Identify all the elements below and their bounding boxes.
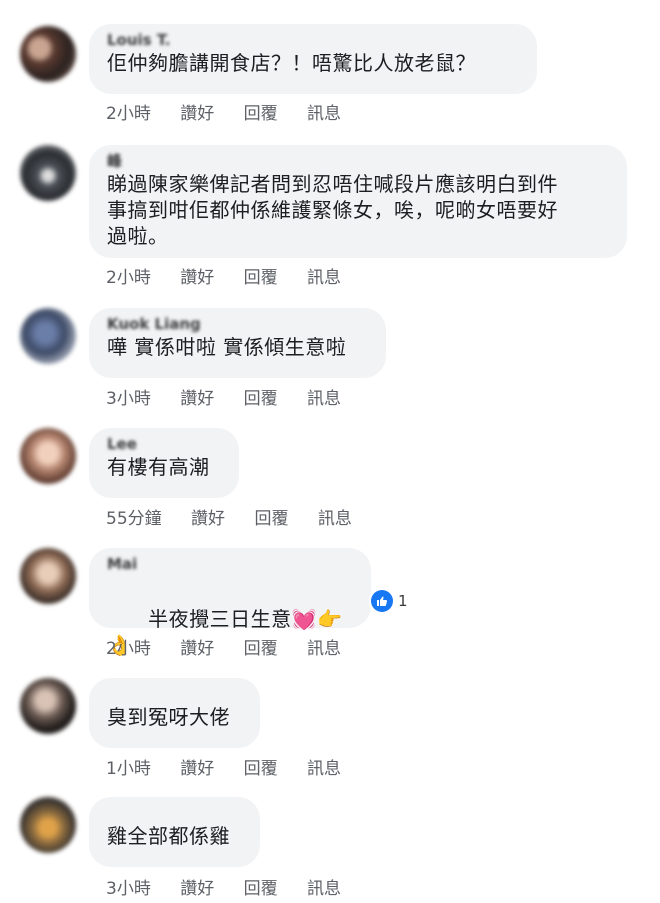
timestamp[interactable]: 55分鐘 bbox=[106, 504, 162, 529]
avatar[interactable] bbox=[20, 26, 76, 82]
comment-bubble: 峰 睇過陳家樂俾記者問到忍唔住喊段片應該明白到件 事搞到咁佢都仲係維護緊條女，唉… bbox=[89, 145, 627, 258]
commenter-name[interactable] bbox=[107, 805, 242, 821]
like-button[interactable]: 讚好 bbox=[191, 504, 225, 529]
avatar[interactable] bbox=[20, 428, 76, 484]
reply-button[interactable]: 回覆 bbox=[254, 504, 288, 529]
comment-text: 臭到冤呀大佬 bbox=[107, 705, 230, 729]
avatar[interactable] bbox=[20, 308, 76, 364]
comment-actions: 1小時 讚好 回覆 訊息 bbox=[106, 754, 365, 779]
comment-text: 睇過陳家樂俾記者問到忍唔住喊段片應該明白到件 事搞到咁佢都仲係維護緊條女，唉，呢… bbox=[107, 172, 558, 248]
comment-text-body: 半夜攪三日生意 bbox=[148, 607, 292, 631]
comment-actions: 3小時 讚好 回覆 訊息 bbox=[106, 874, 365, 899]
comment-text: 半夜攪三日生意💓👉👌 bbox=[107, 574, 353, 684]
timestamp[interactable]: 1小時 bbox=[106, 754, 151, 779]
comment-text: 佢仲夠膽講開食店？！唔驚比人放老鼠？ bbox=[107, 51, 476, 75]
comment-actions: 3小時 讚好 回覆 訊息 bbox=[106, 384, 365, 409]
reply-button[interactable]: 回覆 bbox=[244, 874, 278, 899]
comment-text: 雞全部都係雞 bbox=[107, 824, 230, 848]
message-button[interactable]: 訊息 bbox=[307, 99, 341, 124]
comment-bubble: 雞全部都係雞 bbox=[89, 797, 260, 867]
comment-bubble: Louis T. 佢仲夠膽講開食店？！唔驚比人放老鼠？ bbox=[89, 24, 537, 94]
message-button[interactable]: 訊息 bbox=[307, 634, 341, 659]
comment-bubble: Kuok Liang 嘩 實係咁啦 實係傾生意啦 bbox=[89, 308, 386, 378]
reply-button[interactable]: 回覆 bbox=[244, 263, 278, 288]
like-icon[interactable] bbox=[371, 590, 393, 612]
reply-button[interactable]: 回覆 bbox=[244, 634, 278, 659]
timestamp[interactable]: 2小時 bbox=[106, 99, 151, 124]
thumbs-up-icon bbox=[377, 596, 388, 606]
message-button[interactable]: 訊息 bbox=[307, 874, 341, 899]
like-button[interactable]: 讚好 bbox=[180, 874, 214, 899]
like-button[interactable]: 讚好 bbox=[180, 754, 214, 779]
reply-button[interactable]: 回覆 bbox=[244, 754, 278, 779]
avatar[interactable] bbox=[20, 678, 76, 734]
message-button[interactable]: 訊息 bbox=[318, 504, 352, 529]
like-button[interactable]: 讚好 bbox=[180, 263, 214, 288]
reply-button[interactable]: 回覆 bbox=[244, 99, 278, 124]
commenter-name[interactable]: Lee bbox=[107, 436, 221, 452]
avatar[interactable] bbox=[20, 797, 76, 853]
comment-bubble: Lee 有樓有高潮 bbox=[89, 428, 239, 498]
comment-text: 嘩 實係咁啦 實係傾生意啦 bbox=[107, 335, 347, 359]
comment-text: 有樓有高潮 bbox=[107, 455, 210, 479]
timestamp[interactable]: 2小時 bbox=[106, 263, 151, 288]
commenter-name[interactable] bbox=[107, 686, 242, 702]
comment-bubble: 臭到冤呀大佬 bbox=[89, 678, 260, 748]
like-button[interactable]: 讚好 bbox=[180, 384, 214, 409]
commenter-name[interactable]: Louis T. bbox=[107, 32, 519, 48]
comment-actions: 2小時 讚好 回覆 訊息 bbox=[106, 263, 365, 288]
reaction-count[interactable]: 1 bbox=[398, 592, 408, 610]
comment-bubble: Mai 半夜攪三日生意💓👉👌 bbox=[89, 548, 371, 657]
comment-actions: 55分鐘 讚好 回覆 訊息 bbox=[106, 504, 376, 529]
like-button[interactable]: 讚好 bbox=[180, 99, 214, 124]
reply-button[interactable]: 回覆 bbox=[244, 384, 278, 409]
message-button[interactable]: 訊息 bbox=[307, 263, 341, 288]
timestamp[interactable]: 2小時 bbox=[106, 634, 151, 659]
commenter-name[interactable]: Mai bbox=[107, 556, 353, 572]
message-button[interactable]: 訊息 bbox=[307, 384, 341, 409]
comment-actions: 2小時 讚好 回覆 訊息 bbox=[106, 634, 365, 659]
comment-actions: 2小時 讚好 回覆 訊息 bbox=[106, 99, 365, 124]
like-button[interactable]: 讚好 bbox=[180, 634, 214, 659]
timestamp[interactable]: 3小時 bbox=[106, 874, 151, 899]
avatar[interactable] bbox=[20, 548, 76, 604]
message-button[interactable]: 訊息 bbox=[307, 754, 341, 779]
avatar[interactable] bbox=[20, 145, 76, 201]
timestamp[interactable]: 3小時 bbox=[106, 384, 151, 409]
commenter-name[interactable]: Kuok Liang bbox=[107, 316, 368, 332]
commenter-name[interactable]: 峰 bbox=[107, 153, 609, 169]
